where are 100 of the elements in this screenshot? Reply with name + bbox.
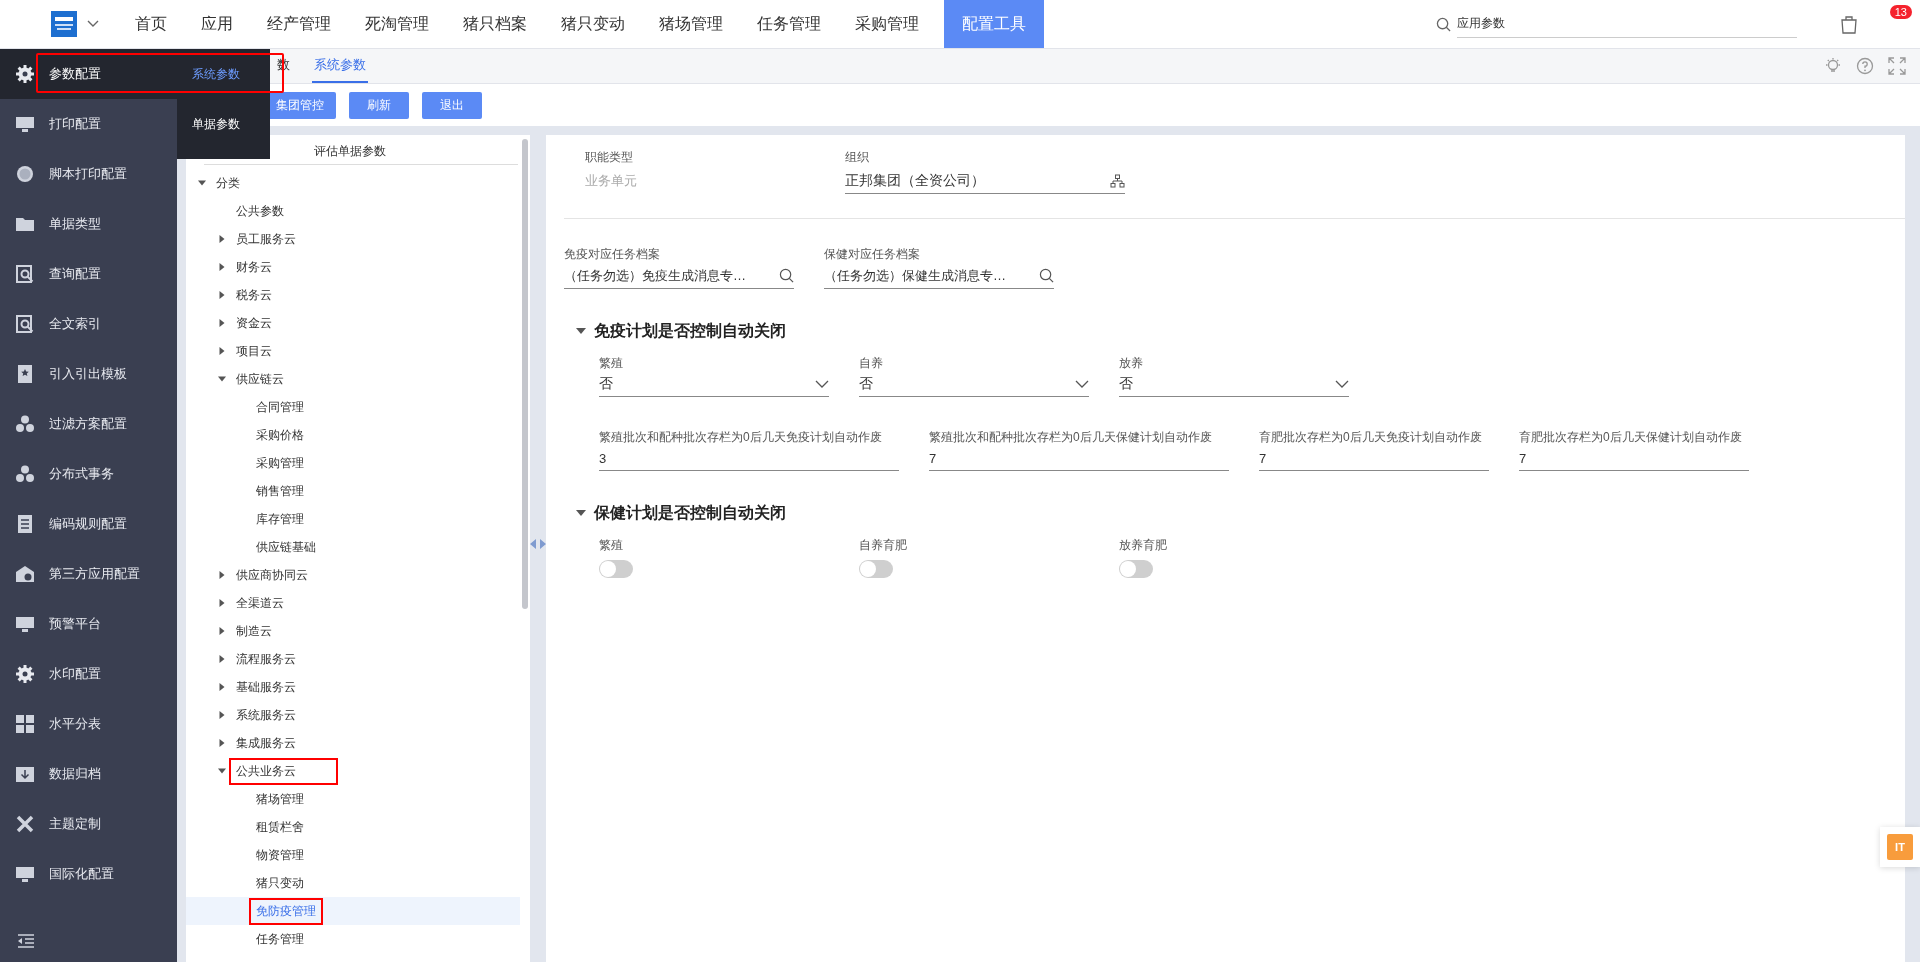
collapsed-arrow-icon[interactable]	[218, 347, 226, 355]
sidebar-item[interactable]: 数据归档	[0, 749, 177, 799]
tree-item[interactable]: 税务云	[186, 281, 520, 309]
tree-item[interactable]: 财务云	[186, 253, 520, 281]
sidebar-item[interactable]: 查询配置	[0, 249, 177, 299]
nav-tab[interactable]: 猪只档案	[446, 0, 544, 48]
sidebar-item[interactable]: 全文索引	[0, 299, 177, 349]
fullscreen-icon[interactable]	[1888, 57, 1906, 75]
expanded-arrow-icon[interactable]	[576, 326, 586, 336]
collapsed-arrow-icon[interactable]	[218, 655, 226, 663]
number-field[interactable]: 7	[1259, 446, 1489, 471]
expanded-arrow-icon[interactable]	[198, 179, 206, 187]
chevron-down-icon[interactable]	[1335, 380, 1349, 388]
chevron-down-icon[interactable]	[1075, 380, 1089, 388]
tree-item[interactable]: 员工服务云	[186, 225, 520, 253]
sidebar-item[interactable]: 脚本打印配置	[0, 149, 177, 199]
collapsed-arrow-icon[interactable]	[218, 711, 226, 719]
nav-tab[interactable]: 首页	[118, 0, 184, 48]
number-field[interactable]: 3	[599, 446, 899, 471]
collapsed-arrow-icon[interactable]	[218, 319, 226, 327]
collapsed-arrow-icon[interactable]	[218, 683, 226, 691]
collapse-menu-icon[interactable]	[17, 934, 35, 948]
nav-tab[interactable]: 猪场管理	[642, 0, 740, 48]
tree-item[interactable]: 制造云	[186, 617, 520, 645]
toggle-switch[interactable]	[859, 560, 893, 578]
org-chart-icon[interactable]	[1110, 173, 1125, 188]
tree-item[interactable]: 租赁栏舍	[186, 813, 520, 841]
help-icon[interactable]	[1856, 57, 1874, 75]
nav-tab[interactable]: 应用	[184, 0, 250, 48]
collapsed-arrow-icon[interactable]	[218, 571, 226, 579]
sidebar-item[interactable]: 参数配置	[0, 49, 177, 99]
sidebar-item[interactable]: 第三方应用配置	[0, 549, 177, 599]
nav-tab[interactable]: 任务管理	[740, 0, 838, 48]
tree-item[interactable]: 公共业务云	[186, 757, 520, 785]
search-icon[interactable]	[779, 268, 794, 283]
collapsed-arrow-icon[interactable]	[218, 235, 226, 243]
nav-tab[interactable]: 猪只变动	[544, 0, 642, 48]
toggle-switch[interactable]	[1119, 560, 1153, 578]
scrollbar[interactable]	[522, 139, 528, 609]
tree-item[interactable]: 基础服务云	[186, 673, 520, 701]
sidebar-item[interactable]: 预警平台	[0, 599, 177, 649]
tree-item[interactable]: 合同管理	[186, 393, 520, 421]
chevron-down-icon[interactable]	[815, 380, 829, 388]
tree-item[interactable]: 项目云	[186, 337, 520, 365]
select-field[interactable]: 否	[1119, 372, 1349, 397]
tree-item[interactable]: 资金云	[186, 309, 520, 337]
sidebar-item[interactable]: 主题定制	[0, 799, 177, 849]
collapsed-arrow-icon[interactable]	[218, 599, 226, 607]
nav-tab[interactable]: 经产管理	[250, 0, 348, 48]
collapsed-arrow-icon[interactable]	[218, 263, 226, 271]
tree-item[interactable]: 系统服务云	[186, 701, 520, 729]
tree-item[interactable]: 免防疫管理	[186, 897, 520, 925]
tree-item[interactable]: 供应商协同云	[186, 561, 520, 589]
tree-item[interactable]: 猪只变动	[186, 869, 520, 897]
collapsed-arrow-icon[interactable]	[218, 739, 226, 747]
tree-item[interactable]: 分类	[186, 169, 520, 197]
expanded-arrow-icon[interactable]	[218, 375, 226, 383]
toggle-switch[interactable]	[599, 560, 633, 578]
field-label: 放养育肥	[1119, 537, 1168, 554]
expanded-arrow-icon[interactable]	[218, 767, 226, 775]
sidebar-item[interactable]: 分布式事务	[0, 449, 177, 499]
number-field[interactable]: 7	[1519, 446, 1749, 471]
lookup-field[interactable]: （任务勿选）保健生成消息专…	[824, 263, 1054, 289]
sidebar-item[interactable]: 水印配置	[0, 649, 177, 699]
logo-icon[interactable]	[51, 11, 77, 37]
nav-tab[interactable]: 死淘管理	[348, 0, 446, 48]
expanded-arrow-icon[interactable]	[576, 508, 586, 518]
section-title: 保健计划是否控制自动关闭	[594, 502, 786, 523]
tree-item[interactable]: 供应链基础	[186, 533, 520, 561]
sidebar-item[interactable]: 引入引出模板	[0, 349, 177, 399]
tree-item[interactable]: 公共参数	[186, 197, 520, 225]
caret-icon[interactable]	[87, 20, 99, 28]
sidebar-item[interactable]: 国际化配置	[0, 849, 177, 899]
tree-item[interactable]: 采购价格	[186, 421, 520, 449]
number-field[interactable]: 7	[929, 446, 1229, 471]
collapsed-arrow-icon[interactable]	[218, 627, 226, 635]
lightbulb-icon[interactable]	[1824, 57, 1842, 75]
nav-tab[interactable]: 采购管理	[838, 0, 936, 48]
sidebar-item[interactable]: 打印配置	[0, 99, 177, 149]
org-field[interactable]: 正邦集团（全资公司）	[845, 168, 1125, 194]
search-field[interactable]: 应用参数	[1457, 10, 1797, 38]
sidebar-item[interactable]: 编码规则配置	[0, 499, 177, 549]
tree-item[interactable]: 采购管理	[186, 449, 520, 477]
sidebar-item[interactable]: 水平分表	[0, 699, 177, 749]
select-field[interactable]: 否	[599, 372, 829, 397]
tree-item[interactable]: 物资管理	[186, 841, 520, 869]
search-icon[interactable]	[1039, 268, 1054, 283]
tree-item[interactable]: 任务管理	[186, 925, 520, 953]
collapsed-arrow-icon[interactable]	[218, 291, 226, 299]
tree-item[interactable]: 销售管理	[186, 477, 520, 505]
lookup-field[interactable]: （任务勿选）免疫生成消息专…	[564, 263, 794, 289]
tree-item[interactable]: 集成服务云	[186, 729, 520, 757]
tree-item[interactable]: 流程服务云	[186, 645, 520, 673]
sidebar-item[interactable]: 过滤方案配置	[0, 399, 177, 449]
tree-item[interactable]: 猪场管理	[186, 785, 520, 813]
select-field[interactable]: 否	[859, 372, 1089, 397]
tree-item[interactable]: 全渠道云	[186, 589, 520, 617]
sidebar-item[interactable]: 单据类型	[0, 199, 177, 249]
tree-item[interactable]: 供应链云	[186, 365, 520, 393]
tree-item[interactable]: 库存管理	[186, 505, 520, 533]
